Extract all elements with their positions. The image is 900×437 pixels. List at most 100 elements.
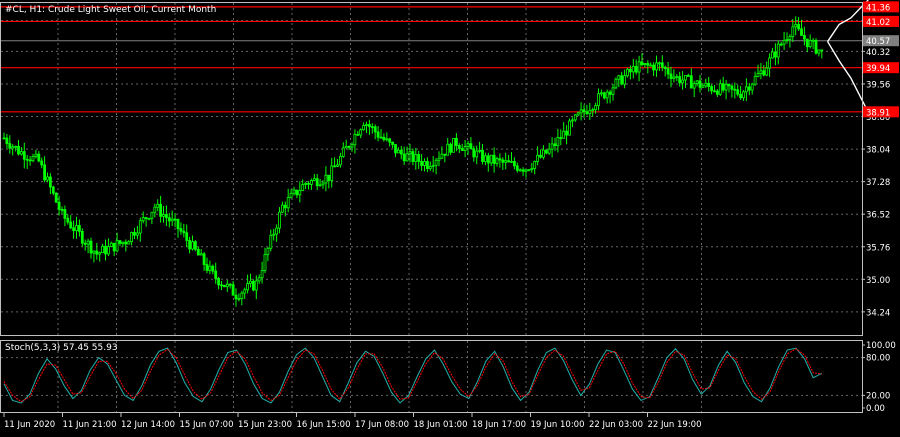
candle-body (205, 264, 209, 271)
candle-body (431, 164, 435, 167)
candle-body (747, 86, 751, 91)
candle-body (425, 161, 429, 169)
chart-title: #CL, H1: Crude Light Sweet Oil, Current … (5, 5, 216, 15)
candle-body (544, 149, 548, 154)
candle-body (730, 85, 734, 90)
candle-body (805, 38, 809, 48)
candle-body (771, 51, 774, 59)
candle-body (159, 203, 163, 217)
candle-body (118, 240, 122, 244)
candle-body (301, 184, 305, 192)
candle-body (391, 141, 395, 145)
indicator-label: Stoch(5,3,3) 57.45 55.93 (5, 343, 118, 353)
candle-body (568, 120, 571, 136)
candle-body (272, 233, 276, 236)
candle-body (43, 164, 46, 181)
candle-body (449, 143, 453, 153)
candle-body (617, 75, 621, 80)
candle-body (718, 83, 722, 95)
candle-body (573, 114, 577, 121)
candle-body (22, 151, 26, 160)
candle-body (446, 143, 450, 156)
candle-body (504, 160, 508, 163)
candle-body (362, 125, 366, 131)
candle-body (95, 250, 99, 255)
candle-body (254, 280, 258, 291)
candle-body (750, 83, 754, 91)
candle-body (115, 240, 119, 252)
candle-body (359, 129, 363, 136)
candle-body (640, 61, 644, 66)
candle-body (782, 39, 786, 45)
candle-body (626, 68, 629, 77)
candle-body (736, 89, 740, 95)
candle-body (515, 165, 519, 171)
candle-body (791, 26, 795, 38)
candle-body (347, 146, 351, 148)
candle-body (124, 241, 128, 245)
chart-canvas: 41.0440.3239.5638.8038.0437.2836.5235.76… (0, 0, 900, 433)
candle-body (385, 138, 389, 141)
time-tick-label: 19 Jun 10:00 (531, 420, 585, 430)
candle-body (19, 151, 23, 155)
candle-body (666, 68, 670, 75)
candle-body (820, 49, 824, 52)
level-label: 41.02 (866, 18, 890, 28)
candle-body (414, 154, 418, 162)
candle-body (803, 35, 806, 40)
candle-body (193, 241, 197, 250)
candle-body (443, 153, 447, 156)
candle-body (643, 63, 647, 66)
candle-body (605, 91, 609, 99)
candle-body (678, 76, 682, 84)
candle-body (533, 160, 537, 169)
candle-body (72, 227, 75, 232)
candle-body (698, 80, 702, 88)
current-price-label: 40.57 (866, 37, 890, 47)
candle-body (556, 137, 560, 147)
candle-body (701, 85, 705, 88)
candle-body (130, 232, 134, 243)
candle-body (83, 242, 87, 245)
candle-body (28, 159, 32, 162)
candle-body (536, 154, 539, 162)
candle-body (147, 217, 151, 220)
candle-body (246, 283, 250, 291)
candle-body (637, 61, 641, 73)
candle-body (307, 182, 310, 185)
candle-body (376, 131, 380, 138)
candle-body (321, 182, 325, 186)
candle-body (2, 137, 6, 140)
level-label: 41.36 (866, 3, 890, 13)
candle-body (167, 217, 171, 222)
candle-body (631, 66, 635, 73)
candle-body (684, 74, 687, 81)
price-tick-label: 36.52 (866, 211, 890, 221)
candle-body (127, 241, 131, 245)
candle-body (428, 166, 432, 169)
chart-window: 41.0440.3239.5638.8038.0437.2836.5235.76… (0, 0, 900, 433)
time-tick-label: 16 Jun 15:00 (297, 420, 351, 430)
time-tick-label: 12 Jun 14:00 (121, 420, 175, 430)
candle-body (495, 158, 499, 164)
candle-body (34, 153, 38, 157)
candle-body (336, 164, 339, 167)
candle-body (318, 184, 322, 187)
candle-body (463, 146, 467, 151)
candle-body (388, 138, 392, 143)
candle-body (133, 232, 136, 236)
candle-body (501, 159, 505, 163)
candle-body (454, 137, 458, 146)
time-tick-label: 15 Jun 07:00 (180, 420, 234, 430)
candle-body (513, 161, 516, 167)
candle-body (289, 192, 293, 198)
candle-body (681, 79, 684, 84)
time-tick-label: 15 Jun 23:00 (238, 420, 292, 430)
candle-body (457, 145, 461, 149)
candle-body (550, 143, 554, 150)
candle-body (553, 143, 557, 147)
candle-body (164, 214, 168, 219)
candle-body (214, 270, 218, 279)
candle-body (222, 284, 226, 288)
price-tick-label: 40.32 (866, 48, 890, 58)
